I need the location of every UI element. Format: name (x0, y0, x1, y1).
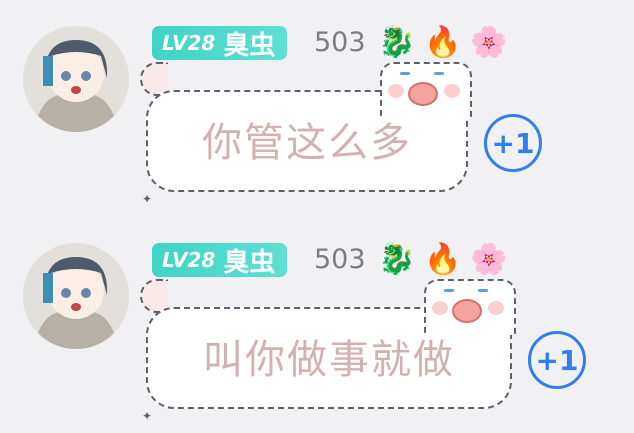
nickname[interactable]: 臭虫 (223, 242, 275, 279)
fire-icon: 🔥 (424, 25, 462, 60)
chat-message: LV28 臭虫 503 🐉 🔥 🌸 你管这么多 +1 ✦ (0, 0, 634, 216)
bubble-decoration (380, 62, 472, 118)
sparkle-icon: ✦ (142, 409, 153, 423)
level-label: LV28 (162, 31, 216, 55)
level-label: LV28 (162, 248, 216, 272)
avatar[interactable] (23, 26, 129, 132)
dragon-icon: 🐉 (378, 242, 416, 277)
bubble-decoration (424, 279, 516, 335)
fire-icon: 🔥 (424, 242, 462, 277)
flower-laugh-icon: 🌸 (470, 242, 508, 277)
score: 503 (314, 27, 366, 58)
score: 503 (314, 244, 366, 275)
avatar[interactable] (23, 243, 129, 349)
message-text: 叫你做事就做 (203, 337, 455, 383)
level-badge: LV28 臭虫 (152, 242, 288, 279)
plus-one-button[interactable]: +1 (528, 331, 586, 389)
sparkle-icon: ✦ (142, 192, 153, 206)
dragon-icon: 🐉 (378, 25, 416, 60)
chat-message: LV28 臭虫 503 🐉 🔥 🌸 叫你做事就做 +1 ✦ (0, 217, 634, 433)
nickname[interactable]: 臭虫 (223, 25, 275, 62)
message-text: 你管这么多 (202, 120, 412, 166)
flower-laugh-icon: 🌸 (470, 25, 508, 60)
plus-one-button[interactable]: +1 (484, 114, 542, 172)
level-badge: LV28 臭虫 (152, 25, 288, 62)
